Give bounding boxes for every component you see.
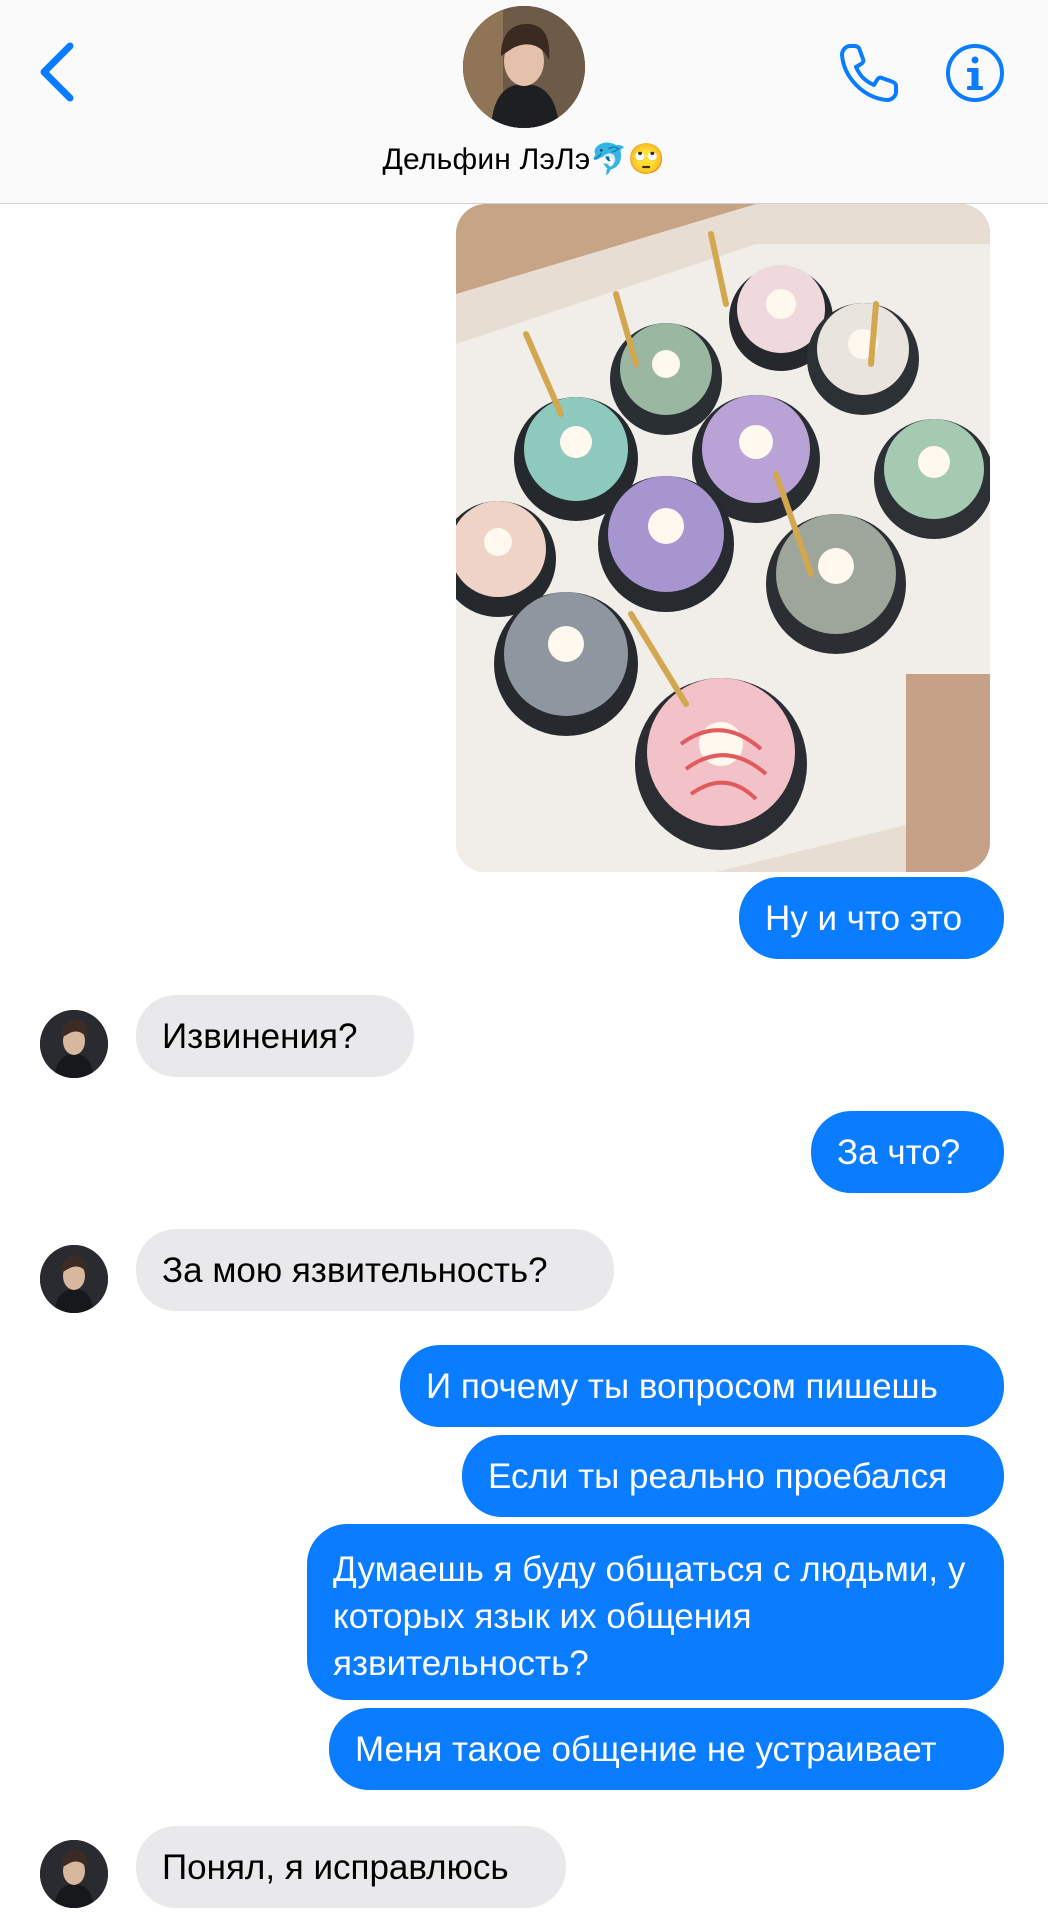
- message-text: Думаешь я буду общаться с людьми, у кото…: [333, 1550, 966, 1683]
- message-text: Если ты реально проебался: [488, 1456, 948, 1496]
- incoming-message-bubble[interactable]: Понял, я исправлюсь: [136, 1826, 566, 1908]
- incoming-message-bubble[interactable]: Извинения?: [136, 995, 414, 1077]
- message-text: Ну и что это: [765, 898, 963, 938]
- message-text: За что?: [837, 1132, 961, 1172]
- contact-avatar-small[interactable]: [40, 1245, 108, 1313]
- sent-photo-ice-cream-box[interactable]: [456, 204, 990, 872]
- incoming-message-bubble[interactable]: За мою язвительность?: [136, 1229, 614, 1311]
- outgoing-message-bubble[interactable]: Если ты реально проебался: [462, 1435, 1004, 1517]
- outgoing-message-bubble[interactable]: Думаешь я буду общаться с людьми, у кото…: [307, 1524, 1004, 1700]
- message-text: Меня такое общение не устраивает: [355, 1729, 937, 1769]
- contact-avatar[interactable]: [463, 6, 585, 128]
- contact-avatar-small[interactable]: [40, 1840, 108, 1908]
- phone-icon[interactable]: [836, 40, 902, 106]
- message-text: За мою язвительность?: [162, 1250, 548, 1290]
- message-text: И почему ты вопросом пишешь: [426, 1366, 938, 1406]
- message-text: Понял, я исправлюсь: [162, 1847, 509, 1887]
- outgoing-message-bubble[interactable]: Меня такое общение не устраивает: [329, 1708, 1004, 1790]
- info-icon[interactable]: [944, 42, 1006, 104]
- contact-name[interactable]: Дельфин ЛэЛэ🐬🙄: [0, 142, 1048, 177]
- outgoing-message-bubble[interactable]: И почему ты вопросом пишешь: [400, 1345, 1004, 1427]
- message-text: Извинения?: [162, 1016, 358, 1056]
- contact-avatar-small[interactable]: [40, 1010, 108, 1078]
- conversation-header: Дельфин ЛэЛэ🐬🙄: [0, 0, 1048, 204]
- outgoing-message-bubble[interactable]: Ну и что это: [739, 877, 1004, 959]
- back-chevron-icon[interactable]: [30, 36, 90, 106]
- outgoing-message-bubble[interactable]: За что?: [811, 1111, 1004, 1193]
